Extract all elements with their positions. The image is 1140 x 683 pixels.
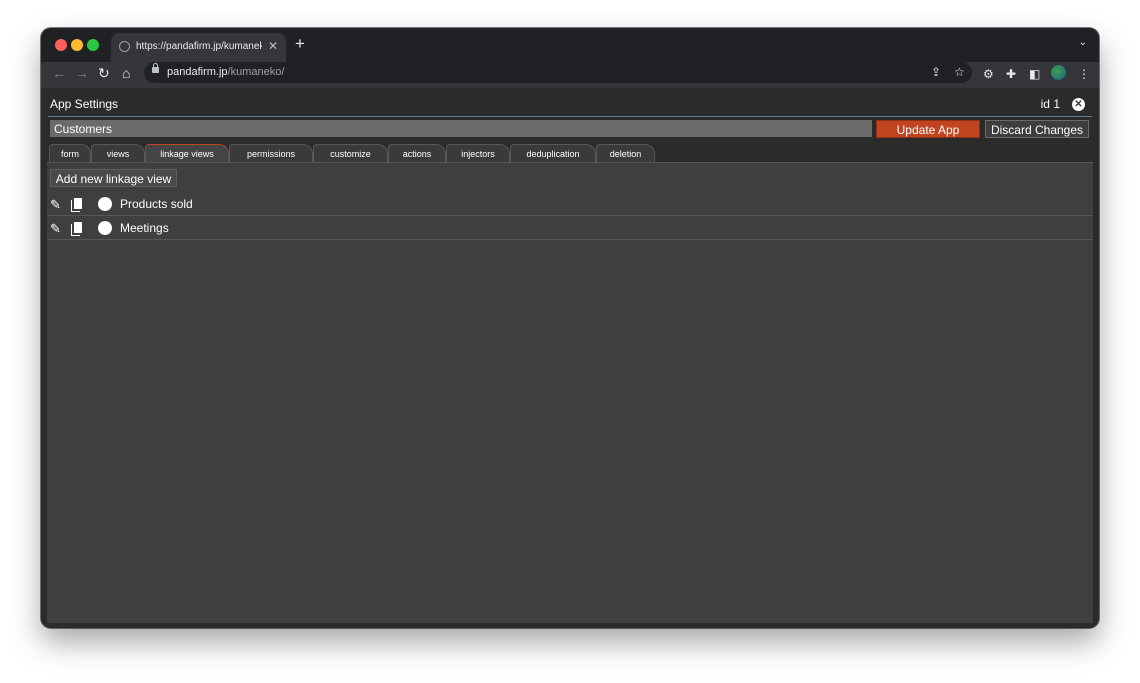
new-tab-button[interactable]: + (295, 34, 305, 54)
list-item: ✎ ✕ Products sold (47, 192, 1093, 216)
url-text: pandafirm.jp/kumaneko/ (167, 66, 285, 78)
copy-icon[interactable] (71, 197, 82, 212)
tab-injectors[interactable]: injectors (446, 144, 510, 162)
app-name-input[interactable] (50, 120, 872, 137)
list-item: ✎ ✕ Meetings (47, 216, 1093, 240)
browser-tab[interactable]: https://pandafirm.jp/kumaneko/ ✕ (111, 33, 286, 62)
extension-gear-icon[interactable]: ⚙ (983, 67, 994, 81)
globe-icon (119, 41, 130, 52)
browser-menu-icon[interactable]: ⋮ (1078, 67, 1090, 81)
lock-icon (152, 63, 159, 73)
page-content: App Settings id 1 ✕ Update App Discard C… (41, 88, 1099, 628)
pencil-icon[interactable]: ✎ (50, 221, 61, 237)
tab-views[interactable]: views (91, 144, 145, 162)
tab-close-icon[interactable]: ✕ (268, 39, 278, 53)
reload-icon[interactable]: ↻ (98, 65, 110, 82)
maximize-window-button[interactable] (87, 39, 99, 51)
bookmark-star-icon[interactable]: ☆ (954, 65, 965, 79)
tab-customize[interactable]: customize (313, 144, 388, 162)
tab-deduplication[interactable]: deduplication (510, 144, 596, 162)
header-divider (48, 116, 1092, 117)
delete-icon[interactable]: ✕ (98, 197, 112, 211)
linkage-views-panel: Add new linkage view ✎ ✕ Products sold ✎… (47, 162, 1093, 623)
page-title: App Settings (50, 97, 119, 111)
linkage-view-label: Meetings (120, 221, 169, 235)
puzzle-icon[interactable]: ✚ (1006, 67, 1016, 81)
forward-icon[interactable]: → (75, 65, 89, 81)
browser-window: https://pandafirm.jp/kumaneko/ ✕ + ⌄ ← →… (41, 28, 1099, 628)
close-window-button[interactable] (55, 39, 67, 51)
pencil-icon[interactable]: ✎ (50, 197, 61, 213)
back-icon[interactable]: ← (52, 65, 66, 81)
share-icon[interactable]: ⇪ (931, 65, 941, 79)
profile-avatar[interactable] (1051, 65, 1066, 80)
tab-actions[interactable]: actions (388, 144, 446, 162)
home-icon[interactable]: ⌂ (122, 65, 130, 81)
tab-title: https://pandafirm.jp/kumaneko/ (136, 41, 262, 52)
tab-strip: https://pandafirm.jp/kumaneko/ ✕ + ⌄ (41, 28, 1099, 62)
minimize-window-button[interactable] (71, 39, 83, 51)
close-dialog-icon[interactable]: ✕ (1072, 98, 1085, 111)
add-linkage-view-button[interactable]: Add new linkage view (50, 169, 177, 187)
address-bar[interactable]: pandafirm.jp/kumaneko/ ⇪ ☆ (144, 62, 972, 83)
side-panel-icon[interactable]: ◧ (1029, 67, 1040, 81)
tab-form[interactable]: form (49, 144, 91, 162)
update-app-button[interactable]: Update App (876, 120, 980, 138)
tab-linkage-views[interactable]: linkage views (145, 144, 229, 162)
browser-toolbar: ← → ↻ ⌂ pandafirm.jp/kumaneko/ ⇪ ☆ ⚙ ✚ ◧… (41, 62, 1099, 88)
app-settings-header: App Settings id 1 ✕ (48, 93, 1092, 117)
tab-permissions[interactable]: permissions (229, 144, 313, 162)
linkage-view-label: Products sold (120, 197, 193, 211)
tab-search-icon[interactable]: ⌄ (1079, 37, 1087, 48)
discard-changes-button[interactable]: Discard Changes (985, 120, 1089, 138)
tab-deletion[interactable]: deletion (596, 144, 655, 162)
copy-icon[interactable] (71, 221, 82, 236)
delete-icon[interactable]: ✕ (98, 221, 112, 235)
app-id-label: id 1 (1040, 97, 1060, 111)
